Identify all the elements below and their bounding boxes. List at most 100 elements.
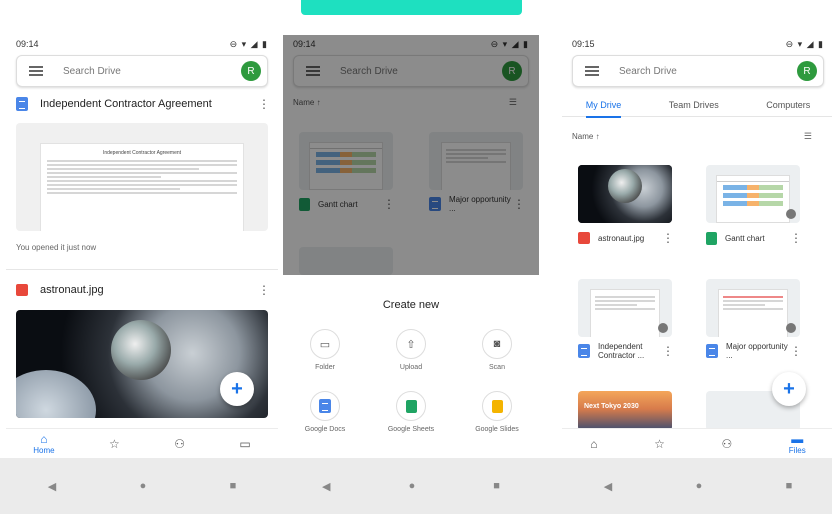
more-options-icon[interactable]: ⋮ <box>258 97 270 111</box>
document-page: Independent Contractor Agreement <box>40 143 244 231</box>
tile-contractor-label[interactable]: Independent Contractor ... ⋮ <box>578 341 674 361</box>
sort-row: Name ↑ ☰ <box>572 129 812 143</box>
option-google-docs[interactable]: Google Docs <box>293 391 357 433</box>
star-icon: ☆ <box>109 436 120 451</box>
tile-gantt-label[interactable]: Gantt chart ⋮ <box>706 228 802 248</box>
hamburger-menu-icon[interactable] <box>585 66 599 76</box>
tile-major-label[interactable]: Major opportunity ... ⋮ <box>706 341 802 361</box>
home-icon: ⌂ <box>590 436 598 451</box>
camera-icon: ◙ <box>482 329 512 359</box>
more-options-icon[interactable]: ⋮ <box>662 344 674 358</box>
back-icon[interactable]: ◀ <box>322 480 330 493</box>
nav-home[interactable]: ⌂ Home <box>33 432 54 455</box>
more-options-icon[interactable]: ⋮ <box>790 344 802 358</box>
tile-astronaut-label[interactable]: astronaut.jpg ⋮ <box>578 228 674 248</box>
docs-file-icon <box>16 97 28 111</box>
android-nav-bar: ◀ ● ■ <box>562 458 832 514</box>
option-upload-label: Upload <box>399 364 423 371</box>
back-icon[interactable]: ◀ <box>48 480 56 493</box>
list-view-icon[interactable]: ☰ <box>804 131 812 142</box>
option-google-slides[interactable]: Google Slides <box>465 391 529 433</box>
phone-files-screen: 09:15 ⊖ ▾ ◢ ▮ Search Drive R My Drive Te… <box>562 35 832 514</box>
search-input[interactable]: Search Drive <box>63 66 241 77</box>
scrim-overlay[interactable] <box>283 35 539 275</box>
tab-computers[interactable]: Computers <box>766 100 810 110</box>
back-icon[interactable]: ◀ <box>604 480 612 493</box>
nav-files[interactable]: ▬ Files <box>789 432 806 455</box>
search-bar[interactable]: Search Drive R <box>572 55 824 87</box>
sheets-file-icon <box>706 231 717 245</box>
more-options-icon[interactable]: ⋮ <box>258 283 270 297</box>
file-header-contractor[interactable]: Independent Contractor Agreement ⋮ <box>16 94 270 114</box>
nav-shared[interactable]: ⚇ <box>174 437 185 451</box>
nav-starred[interactable]: ☆ <box>109 437 120 451</box>
people-icon: ⚇ <box>721 436 733 451</box>
status-icons: ⊖ ▾ ◢ ▮ <box>229 38 268 49</box>
sheet-title: Create new <box>382 299 440 311</box>
bottom-navigation: ⌂ ☆ ⚇ ▬ Files <box>562 428 832 458</box>
tile-major-thumb[interactable] <box>706 279 800 337</box>
recents-icon[interactable]: ■ <box>230 480 237 492</box>
option-upload[interactable]: ⇧ Upload <box>379 329 443 371</box>
status-time: 09:14 <box>16 39 39 49</box>
home-circle-icon[interactable]: ● <box>140 480 147 492</box>
document-preview-title: Independent Contractor Agreement <box>102 150 182 156</box>
more-options-icon[interactable]: ⋮ <box>662 231 674 245</box>
image-file-icon <box>16 284 28 296</box>
home-circle-icon[interactable]: ● <box>409 480 416 492</box>
tile-gantt-thumb[interactable] <box>706 165 800 223</box>
android-nav-bar: ◀ ● ■ <box>283 458 539 514</box>
docs-file-icon <box>578 344 590 358</box>
tokyo-thumb-text: Next Tokyo 2030 <box>584 403 639 410</box>
account-avatar[interactable]: R <box>797 61 817 81</box>
folder-icon: ▬ <box>791 432 804 446</box>
nav-files[interactable]: ▭ <box>239 437 250 451</box>
home-circle-icon[interactable]: ● <box>696 480 703 492</box>
phone-create-new-sheet: 09:14 ⊖ ▾ ◢ ▮ Search Drive R Name ↑ ☰ Ga… <box>283 35 539 514</box>
docs-file-icon <box>706 344 718 358</box>
option-scan[interactable]: ◙ Scan <box>465 329 529 371</box>
document-preview[interactable]: Independent Contractor Agreement <box>16 123 268 231</box>
tab-team-drives[interactable]: Team Drives <box>669 100 719 110</box>
nav-home[interactable]: ⌂ <box>590 437 597 451</box>
shared-badge-icon <box>786 323 796 333</box>
tile-tokyo-thumb[interactable]: Next Tokyo 2030 <box>578 391 672 431</box>
plus-icon: + <box>231 377 243 400</box>
option-docs-label: Google Docs <box>304 426 346 433</box>
nav-shared[interactable]: ⚇ <box>721 437 732 451</box>
file-name: Major opportunity ... <box>726 342 788 360</box>
tile-astronaut-thumb[interactable] <box>578 165 672 223</box>
search-bar[interactable]: Search Drive R <box>16 55 268 87</box>
slides-icon <box>482 391 512 421</box>
file-name: astronaut.jpg <box>598 233 645 243</box>
tile-contractor-thumb[interactable] <box>578 279 672 337</box>
nav-starred[interactable]: ☆ <box>654 437 665 451</box>
recents-icon[interactable]: ■ <box>786 480 793 492</box>
phone-home-screen: 09:14 ⊖ ▾ ◢ ▮ Search Drive R Independent… <box>6 35 278 514</box>
tab-my-drive[interactable]: My Drive <box>585 100 622 118</box>
new-fab-button[interactable]: + <box>220 372 254 406</box>
upload-icon: ⇧ <box>396 329 426 359</box>
recents-icon[interactable]: ■ <box>493 480 500 492</box>
option-folder-label: Folder <box>315 364 335 371</box>
file-name: Independent Contractor Agreement <box>40 98 212 110</box>
option-google-sheets[interactable]: Google Sheets <box>379 391 443 433</box>
hamburger-menu-icon[interactable] <box>29 66 43 76</box>
folder-icon: ▭ <box>310 329 340 359</box>
file-name: astronaut.jpg <box>40 284 104 296</box>
home-icon: ⌂ <box>40 432 48 446</box>
option-folder[interactable]: ▭ Folder <box>293 329 357 371</box>
account-avatar[interactable]: R <box>241 61 261 81</box>
new-fab-button[interactable]: + <box>772 372 806 406</box>
file-header-astronaut[interactable]: astronaut.jpg ⋮ <box>16 280 270 300</box>
option-scan-label: Scan <box>489 364 505 371</box>
nav-home-label: Home <box>33 446 55 455</box>
sort-name-button[interactable]: Name ↑ <box>572 132 600 141</box>
search-input[interactable]: Search Drive <box>619 66 797 77</box>
status-bar: 09:15 ⊖ ▾ ◢ ▮ <box>572 37 824 51</box>
shared-badge-icon <box>658 323 668 333</box>
drive-tabs: My Drive Team Drives Computers <box>562 93 832 118</box>
android-nav-bar: ◀ ● ■ <box>6 458 278 514</box>
more-options-icon[interactable]: ⋮ <box>790 231 802 245</box>
file-name: Independent Contractor ... <box>598 342 645 360</box>
